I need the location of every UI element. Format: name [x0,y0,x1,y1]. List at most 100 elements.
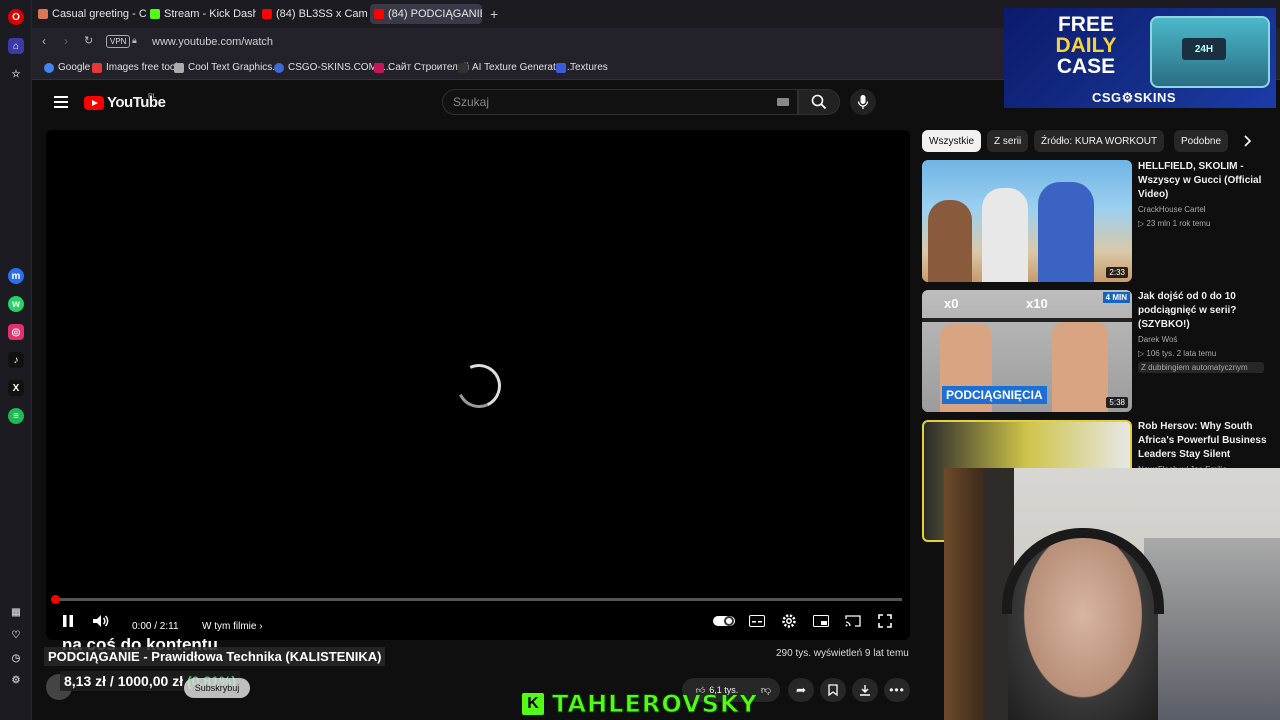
thumbnail-text: x10 [1026,296,1048,311]
thumbnail-bar [922,318,1132,322]
bookmark-builders-site[interactable]: Сайт Строителей [374,62,469,73]
gear-icon [782,614,796,628]
video-title[interactable]: HELLFIELD, SKOLIM - Wszyscy w Gucci (Off… [1138,160,1270,202]
miniplayer-icon [813,615,829,627]
video-thumbnail[interactable]: 2:33 [922,160,1132,282]
video-title[interactable]: Rob Hersov: Why South Africa's Powerful … [1138,420,1270,462]
keyboard-icon[interactable] [777,98,789,106]
thumbnail-badge: 4 MIN [1102,292,1130,303]
toggle-icon [713,616,735,626]
region-code: PL [148,93,157,100]
tab-youtube-active[interactable]: (84) PODCIĄGANIE - Praw [370,4,482,24]
video-meta: ▷ 106 tys. 2 lata temu [1138,349,1217,358]
progress-scrubber[interactable] [51,595,60,604]
video-player[interactable]: 0:00 / 2:11 W tym filmie › [46,130,910,640]
bookmark-textures[interactable]: Textures [556,62,608,73]
youtube-favicon-icon [374,9,384,19]
share-button[interactable]: ➦ [788,678,814,702]
kick-streamer-banner: K TAHLEROVSKY [522,690,758,719]
thumbnail-caption: PODCIĄGNIĘCIA [942,386,1047,404]
tiktok-icon[interactable]: ♪ [8,352,24,368]
search-input[interactable] [453,95,753,109]
channel-name[interactable]: Darek Woś [1138,335,1177,344]
channel-name[interactable]: CrackHouse Cartel [1138,205,1206,214]
builders-icon [374,62,384,73]
instagram-icon[interactable]: ◎ [8,324,24,340]
voice-search-button[interactable] [850,89,876,115]
tab-label: (84) BL3SS x CamrinWatsc [276,8,368,20]
recommendation-item[interactable]: x0 x10 4 MIN PODCIĄGNIĘCIA 5:38 Jak dojś… [922,290,1278,414]
recommendation-item[interactable]: 2:33 HELLFIELD, SKOLIM - Wszyscy w Gucci… [922,160,1278,284]
history-icon[interactable]: ◷ [8,650,24,666]
save-button[interactable] [820,678,846,702]
bookmark-label: Images free tools [106,62,183,73]
bookmark-label: Cool Text Graphics... [188,62,281,73]
extensions-icon[interactable]: ▦ [8,604,24,620]
donation-amount: 8,13 zł / 1000,00 zł [64,673,184,689]
tab-label: Stream - Kick Dashboard [164,8,256,20]
more-icon: ••• [889,683,905,697]
tab-label: (84) PODCIĄGANIE - Praw [388,8,482,20]
bookmark-label: Сайт Строителей [388,62,470,73]
cast-button[interactable] [842,610,864,632]
spotify-icon[interactable]: ≡ [8,408,24,424]
subtitles-button[interactable] [746,610,768,632]
chapters-label: W tym filmie [202,620,257,632]
forward-icon[interactable]: › [64,34,68,48]
youtube-play-icon [84,95,104,110]
chip-source[interactable]: Źródło: KURA WORKOUT [1034,130,1165,152]
settings-icon[interactable]: ⚙ [8,672,24,688]
chip-series[interactable]: Z serii [987,130,1029,152]
home-icon[interactable]: ⌂ [8,38,24,54]
tab-kick[interactable]: Stream - Kick Dashboard [146,4,256,24]
tab-youtube-bless[interactable]: (84) BL3SS x CamrinWatsc [258,4,368,24]
bookmark-google[interactable]: Google [44,62,90,73]
subtitles-icon [749,615,765,627]
heart-icon[interactable]: ♡ [8,627,24,643]
bookmark-cool-text[interactable]: Cool Text Graphics... [174,62,281,73]
youtube-favicon-icon [262,9,272,19]
url-field[interactable]: www.youtube.com/watch [138,32,998,52]
star-icon[interactable]: ☆ [8,66,24,82]
reload-icon[interactable]: ↻ [84,34,93,47]
ad-line-1: FREE [1057,13,1114,36]
video-thumbnail[interactable]: x0 x10 4 MIN PODCIĄGNIĘCIA 5:38 [922,290,1132,412]
x-twitter-icon[interactable]: X [8,380,24,396]
bookmark-images-free-tools[interactable]: Images free tools [92,62,183,73]
opera-logo-icon[interactable]: O [8,9,24,25]
search-box[interactable] [442,89,798,115]
chevron-right-icon[interactable] [1240,134,1254,148]
tab-claude[interactable]: Casual greeting - Claude [34,4,146,24]
whatsapp-icon[interactable]: w [8,296,24,312]
pause-button[interactable] [58,610,78,632]
google-icon [44,62,54,73]
chip-all[interactable]: Wszystkie [922,130,981,152]
messenger-icon[interactable]: m [8,268,24,284]
more-actions-button[interactable]: ••• [884,678,910,702]
hamburger-menu-icon[interactable] [54,96,68,108]
download-button[interactable] [852,678,878,702]
search-button[interactable] [798,89,840,115]
vpn-badge[interactable]: VPN [106,35,131,48]
textures-icon [556,62,566,73]
share-icon: ➦ [795,683,807,697]
progress-bar[interactable] [54,598,902,601]
headphones-icon [1002,528,1164,614]
autoplay-toggle[interactable] [712,610,736,632]
webcam-overlay [944,468,1280,720]
lock-icon[interactable]: 🔒︎ [132,35,137,46]
video-title[interactable]: Jak dojść od 0 do 10 podciągnięć w serii… [1138,290,1270,332]
crate-icon: 24H [1150,16,1270,88]
video-duration: 2:33 [1106,267,1128,278]
back-icon[interactable]: ‹ [42,34,46,48]
volume-button[interactable] [90,610,112,632]
cooltext-icon [174,62,184,73]
fullscreen-button[interactable] [874,610,896,632]
miniplayer-button[interactable] [810,610,832,632]
subscribe-button[interactable]: Subskrybuj [184,678,250,698]
settings-button[interactable] [778,610,800,632]
chip-related[interactable]: Podobne [1174,130,1229,152]
new-tab-button[interactable]: + [486,4,502,24]
thumbnail-figure [982,188,1028,282]
chapters-button[interactable]: W tym filmie › [202,615,263,637]
